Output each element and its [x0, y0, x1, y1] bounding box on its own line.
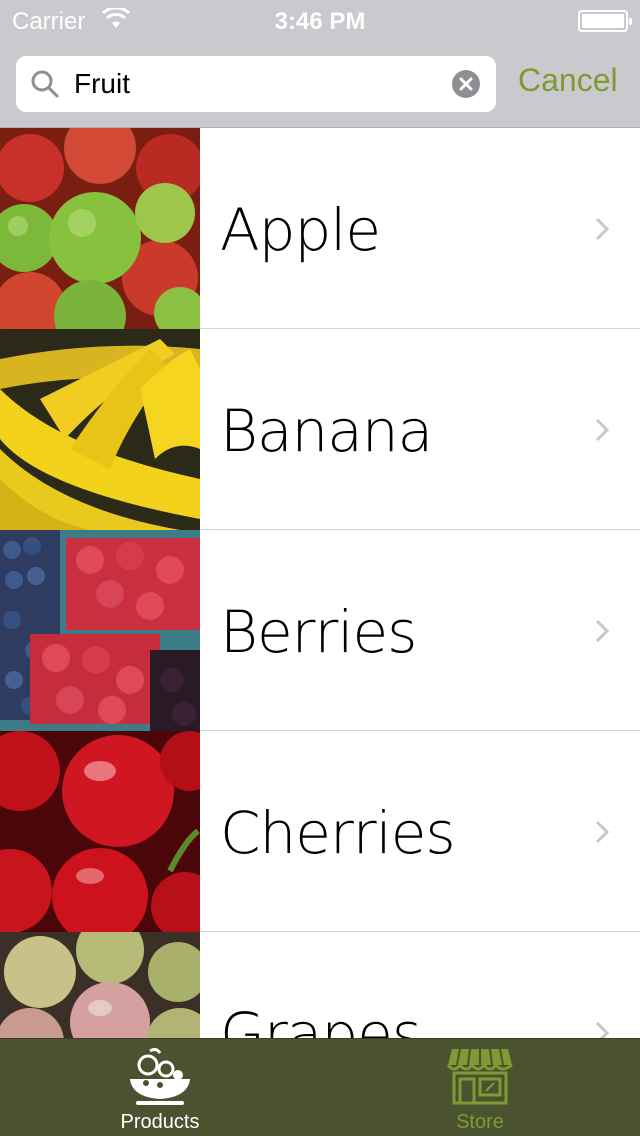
chevron-right-icon	[595, 820, 610, 844]
list-item-berries[interactable]: Berries	[0, 530, 640, 731]
status-time: 3:46 PM	[274, 8, 366, 35]
chevron-right-icon	[595, 418, 610, 442]
tab-bar: Products Store	[0, 1038, 640, 1136]
fruit-bowl-icon	[130, 1047, 190, 1105]
chevron-right-icon	[595, 217, 610, 241]
list-item-label: Grapes	[220, 1000, 422, 1038]
search-input[interactable]	[74, 56, 444, 112]
clear-icon	[459, 77, 473, 91]
chevron-right-icon	[595, 1021, 610, 1038]
list-item-label: Berries	[220, 598, 417, 666]
list-item-grapes[interactable]: Grapes	[0, 932, 640, 1038]
tab-products[interactable]: Products	[0, 1039, 320, 1136]
berries-image	[0, 530, 200, 731]
cherries-image	[0, 731, 200, 932]
clear-search-button[interactable]	[452, 70, 480, 98]
product-list: Apple Banana Berries Cherries Grapes	[0, 128, 640, 1038]
banana-image	[0, 329, 200, 530]
list-item-banana[interactable]: Banana	[0, 329, 640, 530]
list-item-label: Banana	[220, 397, 433, 465]
list-item-label: Cherries	[220, 799, 456, 867]
search-icon	[31, 70, 59, 98]
grapes-image	[0, 932, 200, 1038]
cancel-button[interactable]: Cancel	[518, 62, 618, 99]
list-item-label: Apple	[220, 196, 381, 264]
chevron-right-icon	[595, 619, 610, 643]
apple-image	[0, 128, 200, 329]
search-header: Carrier 3:46 PM Cancel	[0, 0, 640, 128]
battery-icon	[578, 10, 632, 32]
tab-label: Store	[456, 1111, 504, 1133]
tab-store[interactable]: Store	[320, 1039, 640, 1136]
status-bar: Carrier 3:46 PM	[0, 0, 640, 40]
list-item-cherries[interactable]: Cherries	[0, 731, 640, 932]
search-bar[interactable]	[16, 56, 496, 112]
tab-label: Products	[120, 1111, 200, 1133]
list-item-apple[interactable]: Apple	[0, 128, 640, 329]
storefront-icon	[446, 1048, 513, 1105]
